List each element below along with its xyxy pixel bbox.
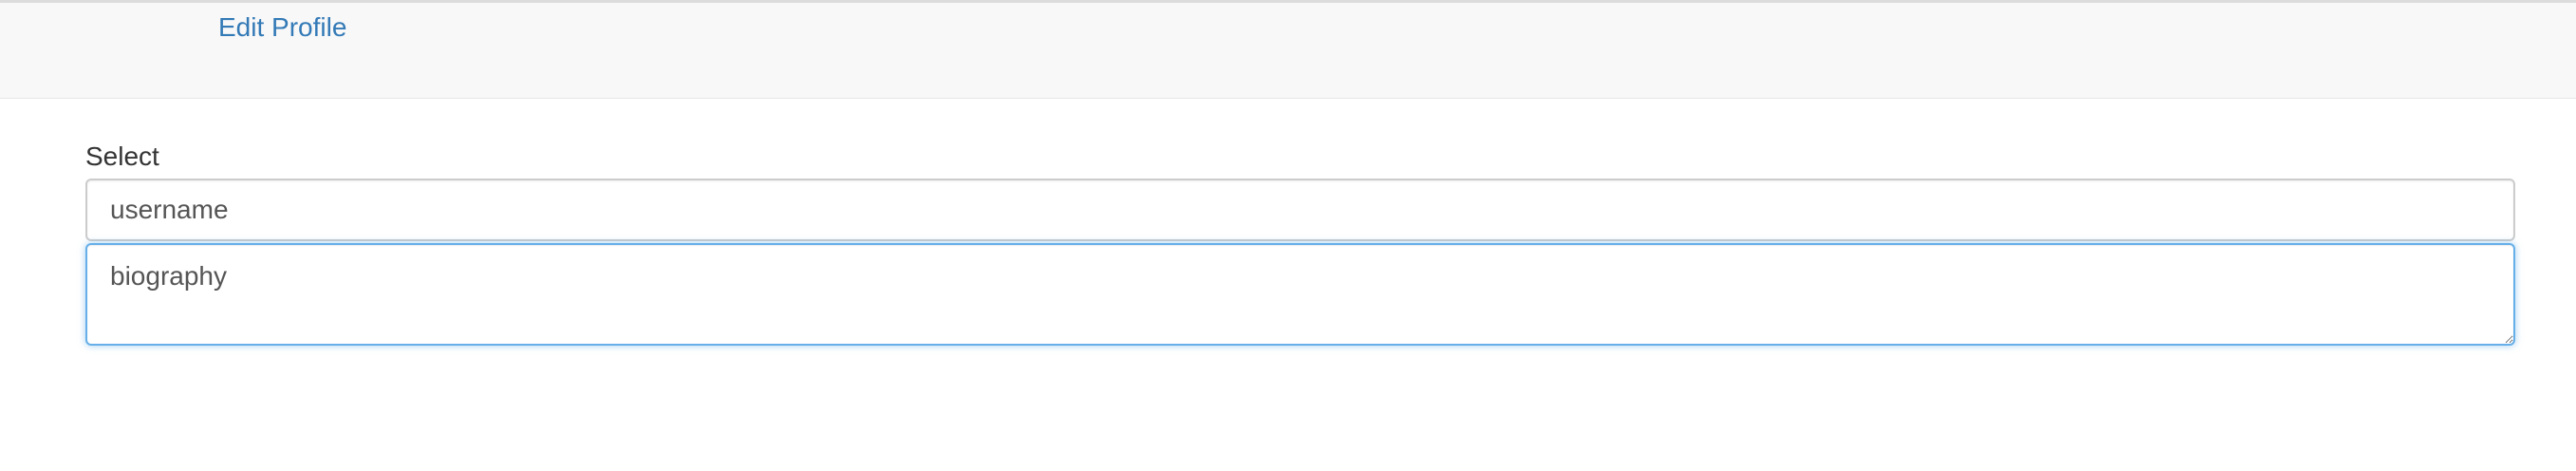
edit-profile-link[interactable]: Edit Profile	[218, 10, 346, 45]
username-input[interactable]	[85, 179, 2515, 241]
profile-form: Select biography	[85, 141, 2515, 346]
select-label: Select	[85, 141, 159, 171]
top-navbar: Edit Profile	[0, 0, 2576, 99]
biography-textarea[interactable]: biography	[85, 243, 2515, 346]
